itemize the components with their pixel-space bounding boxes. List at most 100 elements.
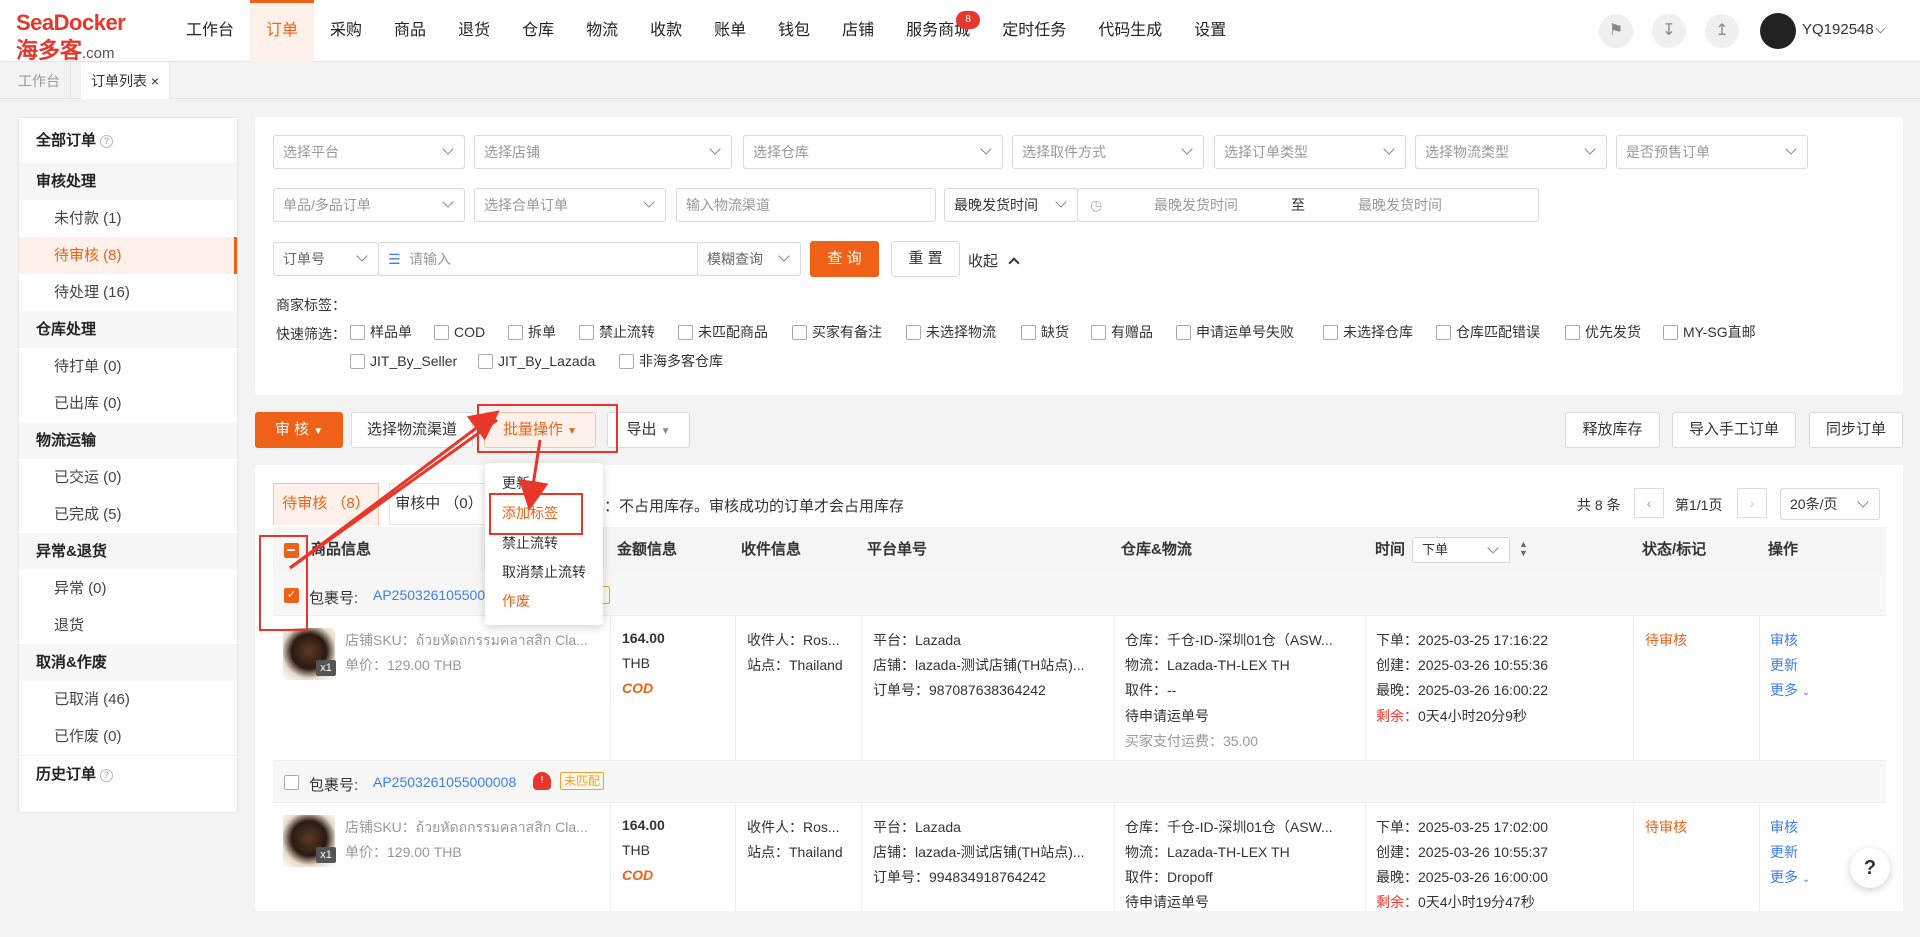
single-multi-select[interactable]: 单品/多品订单 [273,188,465,222]
checkbox[interactable] [1663,325,1678,340]
pickup-select[interactable]: 选择取件方式 [1012,135,1204,169]
nav-returns[interactable]: 退货 [442,0,506,62]
platform-select[interactable]: 选择平台 [273,135,465,169]
quick-filter-gift[interactable]: 有赠品 [1091,324,1153,340]
ship-time-type-select[interactable]: 最晚发货时间 [944,188,1078,222]
audit-dropdown-button[interactable]: 审 核 ▼ [255,412,343,448]
date-end[interactable]: 最晚发货时间 [1358,189,1442,221]
nav-service-mall[interactable]: 服务商城 8 [890,0,986,62]
quick-filter-unmatched[interactable]: 未匹配商品 [678,324,768,340]
choose-channel-button[interactable]: 选择物流渠道 [351,412,473,448]
prev-page-icon[interactable]: ‹ [1634,488,1664,518]
nav-settings[interactable]: 设置 [1178,0,1242,62]
checkbox[interactable] [350,325,365,340]
checkbox[interactable] [1021,325,1036,340]
seadocker-logo[interactable]: SeaDocker 海多客.com [16,8,136,63]
checkbox[interactable] [678,325,693,340]
quick-filter-jit-seller[interactable]: JIT_By_Seller [350,353,457,369]
merge-select[interactable]: 选择合单订单 [474,188,666,222]
shop-select[interactable]: 选择店铺 [474,135,732,169]
quick-filter-my-sg[interactable]: MY-SG直邮 [1663,324,1756,340]
audit-link[interactable]: 审核 [1770,817,1798,837]
quick-filter-jit-lazada[interactable]: JIT_By_Lazada [478,353,595,369]
subtab-pending-audit[interactable]: 待审核 （8） [273,483,379,525]
sidebar-item-cancelled[interactable]: 已取消 (46) [19,681,237,718]
package-2-checkbox[interactable] [284,775,299,790]
release-stock-button[interactable]: 释放库存 [1565,412,1660,448]
checkbox[interactable] [434,325,449,340]
sidebar-item-completed[interactable]: 已完成 (5) [19,496,237,533]
nav-bills[interactable]: 账单 [698,0,762,62]
nav-workbench[interactable]: 工作台 [170,0,250,62]
sidebar-item-shipped[interactable]: 已出库 (0) [19,385,237,422]
date-range-picker[interactable]: ◷ 最晚发货时间 至 最晚发货时间 [1077,188,1539,222]
sidebar-history[interactable]: 历史订单? [19,755,237,792]
upload-icon[interactable]: ↥ [1705,14,1739,48]
sync-orders-button[interactable]: 同步订单 [1809,412,1903,448]
sidebar-item-pending-audit[interactable]: 待审核 (8) [19,237,237,274]
nav-scheduled-tasks[interactable]: 定时任务 [986,0,1082,62]
checkbox[interactable] [508,325,523,340]
update-link[interactable]: 更新 [1770,842,1798,862]
sidebar-item-pending-handle[interactable]: 待处理 (16) [19,274,237,311]
menu-item-update[interactable]: 更新 [502,473,530,493]
nav-logistics[interactable]: 物流 [570,0,634,62]
more-link[interactable]: 更多 ⌄ [1770,867,1810,887]
quick-filter-buyer-note[interactable]: 买家有备注 [792,324,882,340]
sidebar-item-returns[interactable]: 退货 [19,607,237,644]
logistics-type-select[interactable]: 选择物流类型 [1415,135,1607,169]
sidebar-item-delivered[interactable]: 已交运 (0) [19,459,237,496]
order-search-input[interactable]: ☰ 请输入 [378,242,698,276]
quick-filter-no-warehouse[interactable]: 未选择仓库 [1323,324,1413,340]
quick-filter-sample[interactable]: 样品单 [350,324,412,340]
quick-filter-no-logistics[interactable]: 未选择物流 [906,324,996,340]
menu-item-cancel-forbid[interactable]: 取消禁止流转 [502,562,586,582]
download-icon[interactable]: ↧ [1652,14,1686,48]
quick-filter-priority[interactable]: 优先发货 [1565,324,1641,340]
checkbox[interactable] [1091,325,1106,340]
sidebar-item-unpaid[interactable]: 未付款 (1) [19,200,237,237]
date-start[interactable]: 最晚发货时间 [1154,189,1238,221]
page-size-select[interactable]: 20条/页 [1780,488,1880,520]
nav-products[interactable]: 商品 [378,0,442,62]
sidebar-all-orders[interactable]: 全部订单? [19,118,237,163]
user-chevron-down-icon[interactable] [1875,23,1886,34]
username[interactable]: YQ192548 [1802,21,1874,38]
order-no-type-select[interactable]: 订单号 [273,242,379,276]
next-page-icon[interactable]: › [1737,488,1767,518]
collapse-toggle[interactable]: 收起 [968,250,1020,271]
match-mode-select[interactable]: 模糊查询 [697,242,801,276]
checkbox[interactable] [1176,325,1191,340]
quick-filter-waybill-failed[interactable]: 申请运单号失败 [1176,324,1294,340]
package-2-number[interactable]: AP2503261055000008 [373,774,516,790]
update-link[interactable]: 更新 [1770,655,1798,675]
checkbox[interactable] [1323,325,1338,340]
sidebar-item-to-print[interactable]: 待打单 (0) [19,348,237,385]
avatar[interactable] [1760,13,1796,49]
quick-filter-out-of-stock[interactable]: 缺货 [1021,324,1069,340]
close-icon[interactable]: × [151,73,159,89]
export-button[interactable]: 导出 ▼ [607,412,690,448]
menu-item-void[interactable]: 作废 [502,591,530,611]
checkbox[interactable] [1565,325,1580,340]
quick-filter-non-seadocker-wh[interactable]: 非海多客仓库 [619,353,723,369]
more-link[interactable]: 更多 ⌄ [1770,680,1810,700]
announcement-icon[interactable]: ⚑ [1599,14,1633,48]
quick-filter-cod[interactable]: COD [434,324,485,340]
nav-collection[interactable]: 收款 [634,0,698,62]
checkbox[interactable] [792,325,807,340]
nav-code-gen[interactable]: 代码生成 [1082,0,1178,62]
package-1-number[interactable]: AP250326105500 [373,587,485,603]
nav-warehouse[interactable]: 仓库 [506,0,570,62]
nav-shops[interactable]: 店铺 [826,0,890,62]
quick-filter-no-transfer[interactable]: 禁止流转 [579,324,655,340]
channel-input[interactable]: 输入物流渠道 [676,188,936,222]
tab-order-list[interactable]: 订单列表 × [81,63,171,99]
nav-orders[interactable]: 订单 [250,0,315,62]
nav-purchase[interactable]: 采购 [314,0,378,62]
tab-workbench[interactable]: 工作台 [8,63,71,99]
checkbox[interactable] [478,354,493,369]
search-button[interactable]: 查 询 [810,241,879,277]
sidebar-item-exception[interactable]: 异常 (0) [19,570,237,607]
presale-select[interactable]: 是否预售订单 [1616,135,1808,169]
